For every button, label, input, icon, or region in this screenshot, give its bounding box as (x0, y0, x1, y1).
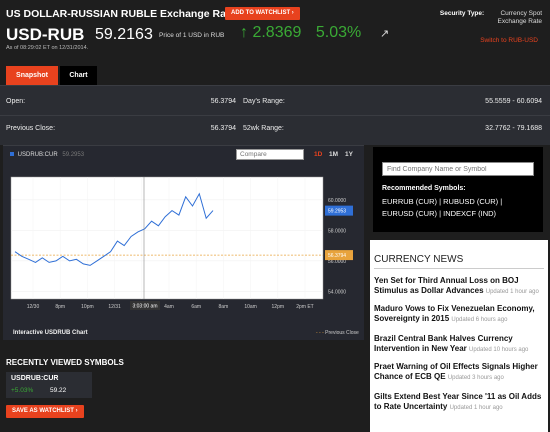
wk52-label: 52wk Range: (243, 125, 284, 132)
legend-value: 59.2953 (62, 152, 85, 158)
open-label: Open: (6, 98, 26, 105)
y-tick-label: 58.0000 (328, 228, 346, 234)
y-tick-label: 60.0000 (328, 198, 346, 204)
recent-card[interactable]: USDRUB:CUR +5.03% 59.22 (6, 372, 92, 398)
news-item[interactable]: Yen Set for Third Annual Loss on BOJ Sti… (374, 276, 546, 297)
prev-close-legend: - - - Previous Close (316, 330, 359, 336)
chart-legend: USDRUB:CUR 59.2953 (10, 152, 84, 158)
save-watchlist-label: SAVE AS WATCHLIST (12, 408, 74, 414)
news-item[interactable]: Brazil Central Bank Halves Currency Inte… (374, 334, 546, 355)
day-range-value: 55.5559 - 60.6094 (485, 98, 542, 105)
search-input[interactable] (382, 162, 534, 176)
plot-area (10, 176, 324, 300)
symbol: USD-RUB (6, 25, 85, 44)
news-time: Updated 10 hours ago (469, 346, 529, 353)
search-panel: Recommended Symbols: EURRUB (CUR) | RUBU… (373, 147, 543, 232)
change-value: 2.8369 (252, 24, 302, 41)
recent-change: +5.03% (11, 387, 34, 394)
security-type: Security Type: Currency Spot Exchange Ra… (440, 10, 542, 26)
stats-panel: Open: 56.3794 Day's Range: 55.5559 - 60.… (0, 85, 550, 145)
compare-input[interactable] (236, 149, 304, 160)
arrow-up-icon: ↑ (240, 24, 248, 41)
prev-close-legend-label: Previous Close (325, 330, 359, 336)
range-1y[interactable]: 1Y (345, 151, 353, 158)
price: 59.2163 (95, 26, 153, 43)
chevron-right-icon: › (75, 408, 78, 414)
legend-symbol: USDRUB:CUR (17, 152, 58, 158)
x-tick-label: 8am (219, 304, 229, 310)
y-tick-label: 54.0000 (328, 289, 346, 295)
crosshair-label: 3:03:00 am (132, 304, 157, 310)
x-tick-label: 4am (164, 304, 174, 310)
page-title: US DOLLAR-RUSSIAN RUBLE Exchange Rate (6, 8, 236, 20)
recent-symbol[interactable]: USDRUB:CUR (11, 375, 58, 382)
news-time: Updated 6 hours ago (451, 316, 508, 323)
add-to-watchlist-button[interactable]: ADD TO WATCHLIST › (225, 7, 300, 20)
x-tick-label: 6am (191, 304, 201, 310)
price-label: Price of 1 USD in RUB (159, 32, 225, 39)
x-tick-label: 10pm (81, 304, 94, 310)
divider (0, 115, 550, 116)
x-tick-label: 2pm ET (296, 304, 314, 310)
news-item[interactable]: Praet Warning of Oil Effects Signals Hig… (374, 362, 546, 383)
recent-title: RECENTLY VIEWED SYMBOLS (6, 358, 124, 367)
recent-price: 59.22 (50, 387, 67, 394)
prev-close-label: 56.3794 (328, 253, 346, 259)
range-1m[interactable]: 1M (329, 151, 338, 158)
news-title: CURRENCY NEWS (374, 254, 464, 265)
wk52-value: 32.7762 - 79.1688 (485, 125, 542, 132)
news-time: Updated 1 hour ago (449, 404, 503, 411)
security-type-label: Security Type: (439, 10, 485, 17)
recommended-line-2[interactable]: EURUSD (CUR) | INDEXCF (IND) (382, 209, 496, 218)
prev-close-label: Previous Close: (6, 125, 56, 132)
divider (374, 268, 544, 269)
tab-snapshot[interactable]: Snapshot (6, 66, 58, 85)
news-time: Updated 3 hours ago (447, 374, 504, 381)
change-percent: 5.03% (315, 24, 362, 41)
tab-chart[interactable]: Chart (60, 66, 97, 85)
news-item[interactable]: Maduro Vows to Fix Venezuelan Economy, S… (374, 304, 546, 325)
as-of-timestamp: As of 08:29:02 ET on 12/31/2014. (6, 45, 89, 51)
security-type-value: Currency Spot Exchange Rate (497, 10, 542, 25)
x-tick-label: 12/31 (108, 304, 121, 310)
chevron-right-icon: › (291, 10, 294, 16)
chart-panel: USDRUB:CUR 59.2953 1D 1M 1Y 60.0000 58.00… (3, 145, 364, 340)
chart-caption: Interactive USDRUB Chart (13, 330, 88, 336)
day-range-label: Day's Range: (243, 98, 285, 105)
watchlist-label: ADD TO WATCHLIST (231, 10, 291, 16)
dashed-line-icon: - - - (316, 330, 324, 336)
line-chart[interactable]: 60.000058.000056.000054.000012/30 8pm 10pm… (3, 174, 364, 314)
legend-swatch (10, 152, 14, 156)
x-tick-label: 10am (244, 304, 257, 310)
save-as-watchlist-button[interactable]: SAVE AS WATCHLIST › (6, 405, 84, 418)
recommended-line-1[interactable]: EURRUB (CUR) | RUBUSD (CUR) | (382, 197, 502, 206)
share-icon[interactable]: ↗ (380, 27, 389, 40)
news-time: Updated 1 hour ago (485, 288, 539, 295)
recommended-label: Recommended Symbols: (382, 185, 466, 192)
prev-close-value: 56.3794 (210, 125, 236, 132)
switch-link[interactable]: Switch to RUB-USD (480, 37, 538, 44)
open-value: 56.3794 (210, 98, 236, 105)
x-tick-label: 12/30 (27, 304, 40, 310)
x-tick-label: 8pm (55, 304, 65, 310)
news-panel: CURRENCY NEWS Yen Set for Third Annual L… (370, 240, 548, 432)
news-item[interactable]: Gilts Extend Best Year Since '11 as Oil … (374, 392, 546, 413)
range-1d[interactable]: 1D (314, 151, 322, 158)
price-change: ↑ 2.8369 5.03% (240, 24, 361, 42)
last-price-label: 59.2953 (328, 209, 346, 215)
x-tick-label: 12pm (272, 304, 285, 310)
